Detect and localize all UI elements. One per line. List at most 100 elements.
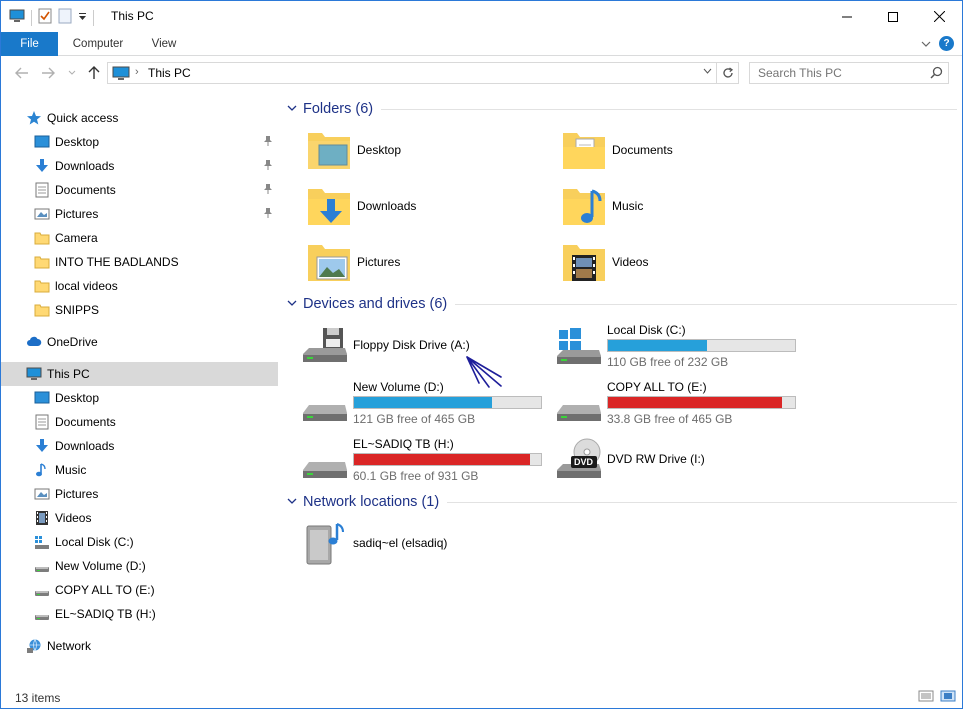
sidebar-item-pc-downloads[interactable]: Downloads — [1, 434, 278, 458]
new-folder-icon[interactable] — [58, 8, 72, 27]
drive-tile-floppy-a[interactable]: Floppy Disk Drive (A:) — [301, 320, 551, 372]
folder-tile-pictures[interactable]: Pictures — [305, 237, 555, 289]
up-button[interactable] — [85, 64, 103, 82]
search-box[interactable] — [749, 62, 949, 84]
folder-tile-videos[interactable]: Videos — [560, 237, 810, 289]
drive-usage-fill — [354, 454, 530, 465]
drive-free-space: 33.8 GB free of 465 GB — [607, 412, 733, 426]
window-title: This PC — [111, 9, 154, 23]
folder-tile-desktop[interactable]: Desktop — [305, 125, 555, 177]
sidebar-item-label: Downloads — [55, 159, 115, 173]
sidebar-item-pc-videos[interactable]: Videos — [1, 506, 278, 530]
drive-tile-copy-all-to-e[interactable]: COPY ALL TO (E:) 33.8 GB free of 465 GB — [555, 377, 825, 429]
sidebar-item-documents[interactable]: Documents — [1, 178, 278, 202]
sidebar-item-this-pc[interactable]: This PC — [1, 362, 278, 386]
recent-locations-button[interactable] — [63, 64, 81, 82]
sidebar-item-pc-documents[interactable]: Documents — [1, 410, 278, 434]
folder-label: Downloads — [357, 199, 417, 213]
customize-dropdown-icon[interactable] — [78, 11, 87, 25]
forward-button[interactable] — [39, 64, 57, 82]
pin-icon[interactable] — [263, 207, 273, 222]
folder-tile-documents[interactable]: Documents — [560, 125, 810, 177]
sidebar-item-label: Desktop — [55, 391, 100, 405]
large-icons-view-icon[interactable] — [940, 689, 956, 706]
network-location-label: sadiq~el (elsadiq) — [353, 536, 448, 550]
folder-icon — [34, 230, 50, 246]
sidebar-item-pc-new-volume-d[interactable]: New Volume (D:) — [1, 554, 278, 578]
chevron-down-icon[interactable] — [287, 103, 297, 115]
sidebar-item-desktop[interactable]: Desktop — [1, 130, 278, 154]
chevron-down-icon[interactable] — [287, 298, 297, 310]
sidebar-item-pc-pictures[interactable]: Pictures — [1, 482, 278, 506]
picture-icon — [34, 206, 50, 222]
tab-file[interactable]: File — [1, 32, 58, 56]
view-switcher — [918, 689, 956, 706]
pin-icon[interactable] — [263, 135, 273, 150]
network-tile-sadiq-el[interactable]: sadiq~el (elsadiq) — [301, 518, 551, 570]
sidebar-item-pc-local-disk-c[interactable]: Local Disk (C:) — [1, 530, 278, 554]
folder-tile-music[interactable]: Music — [560, 181, 810, 233]
drive-tile-dvd-rw-i[interactable]: DVD DVD RW Drive (I:) — [555, 434, 805, 486]
hard-drive-icon — [34, 558, 50, 574]
pin-icon[interactable] — [263, 183, 273, 198]
search-icon — [930, 66, 943, 82]
group-header-folders[interactable]: Folders (6) — [287, 101, 957, 117]
details-view-icon[interactable] — [918, 689, 934, 706]
computer-icon[interactable] — [9, 9, 25, 26]
sidebar-item-pictures[interactable]: Pictures — [1, 202, 278, 226]
sidebar-item-quick-access[interactable]: Quick access — [1, 106, 278, 130]
sidebar-item-label: local videos — [55, 279, 118, 293]
sidebar-item-pc-desktop[interactable]: Desktop — [1, 386, 278, 410]
drive-label: Local Disk (C:) — [607, 323, 686, 337]
this-pc-icon — [112, 66, 130, 83]
group-title: Folders (6) — [303, 101, 374, 117]
address-dropdown-icon[interactable] — [703, 66, 712, 77]
maximize-button[interactable] — [870, 1, 916, 32]
pin-icon[interactable] — [263, 159, 273, 174]
drive-tile-el-sadiq-tb-h[interactable]: EL~SADIQ TB (H:) 60.1 GB free of 931 GB — [301, 434, 571, 486]
drive-free-space: 121 GB free of 465 GB — [353, 412, 476, 426]
ribbon-tabs: File Computer View ? — [1, 32, 962, 56]
sidebar-item-pc-el-sadiq-tb-h[interactable]: EL~SADIQ TB (H:) — [1, 602, 278, 626]
refresh-button[interactable] — [717, 62, 739, 84]
hard-drive-icon — [301, 436, 349, 484]
close-button[interactable] — [916, 1, 962, 32]
group-header-devices[interactable]: Devices and drives (6) — [287, 296, 957, 312]
sidebar-item-label: Music — [55, 463, 87, 477]
sidebar-item-downloads[interactable]: Downloads — [1, 154, 278, 178]
cloud-icon — [26, 334, 42, 350]
drive-free-space: 60.1 GB free of 931 GB — [353, 469, 479, 483]
sidebar-item-label: Network — [47, 639, 92, 653]
tab-view[interactable]: View — [141, 32, 187, 56]
sidebar-item-onedrive[interactable]: OneDrive — [1, 330, 278, 354]
address-bar[interactable]: › This PC — [107, 62, 717, 84]
sidebar-item-label: Pictures — [55, 487, 99, 501]
music-folder-icon — [560, 183, 608, 231]
sidebar-item-network[interactable]: Network — [1, 634, 278, 658]
drive-label: Floppy Disk Drive (A:) — [353, 338, 470, 352]
chevron-down-icon[interactable] — [287, 496, 297, 508]
search-input[interactable] — [750, 63, 926, 83]
drive-tile-local-disk-c[interactable]: Local Disk (C:) 110 GB free of 232 GB — [555, 320, 825, 372]
properties-icon[interactable] — [38, 8, 52, 27]
folder-tile-downloads[interactable]: Downloads — [305, 181, 555, 233]
sidebar-item-pc-copy-all-to-e[interactable]: COPY ALL TO (E:) — [1, 578, 278, 602]
sidebar-item-into-the-badlands[interactable]: INTO THE BADLANDS — [1, 250, 278, 274]
toolbar-separator — [31, 9, 32, 26]
sidebar-item-label: SNIPPS — [55, 303, 100, 317]
expand-ribbon-icon[interactable] — [921, 37, 931, 51]
sidebar-item-snipps[interactable]: SNIPPS — [1, 298, 278, 322]
sidebar-item-label: Documents — [55, 415, 116, 429]
sidebar-item-local-videos[interactable]: local videos — [1, 274, 278, 298]
back-button[interactable] — [13, 64, 31, 82]
sidebar-item-camera[interactable]: Camera — [1, 226, 278, 250]
breadcrumb-separator-icon[interactable]: › — [135, 66, 139, 78]
drive-tile-new-volume-d[interactable]: New Volume (D:) 121 GB free of 465 GB — [301, 377, 571, 429]
help-button[interactable]: ? — [939, 36, 954, 51]
hard-drive-icon — [301, 379, 349, 427]
sidebar-item-pc-music[interactable]: Music — [1, 458, 278, 482]
tab-computer[interactable]: Computer — [63, 32, 133, 56]
minimize-button[interactable] — [824, 1, 870, 32]
breadcrumb-this-pc[interactable]: This PC — [148, 66, 191, 80]
group-header-network[interactable]: Network locations (1) — [287, 494, 957, 510]
